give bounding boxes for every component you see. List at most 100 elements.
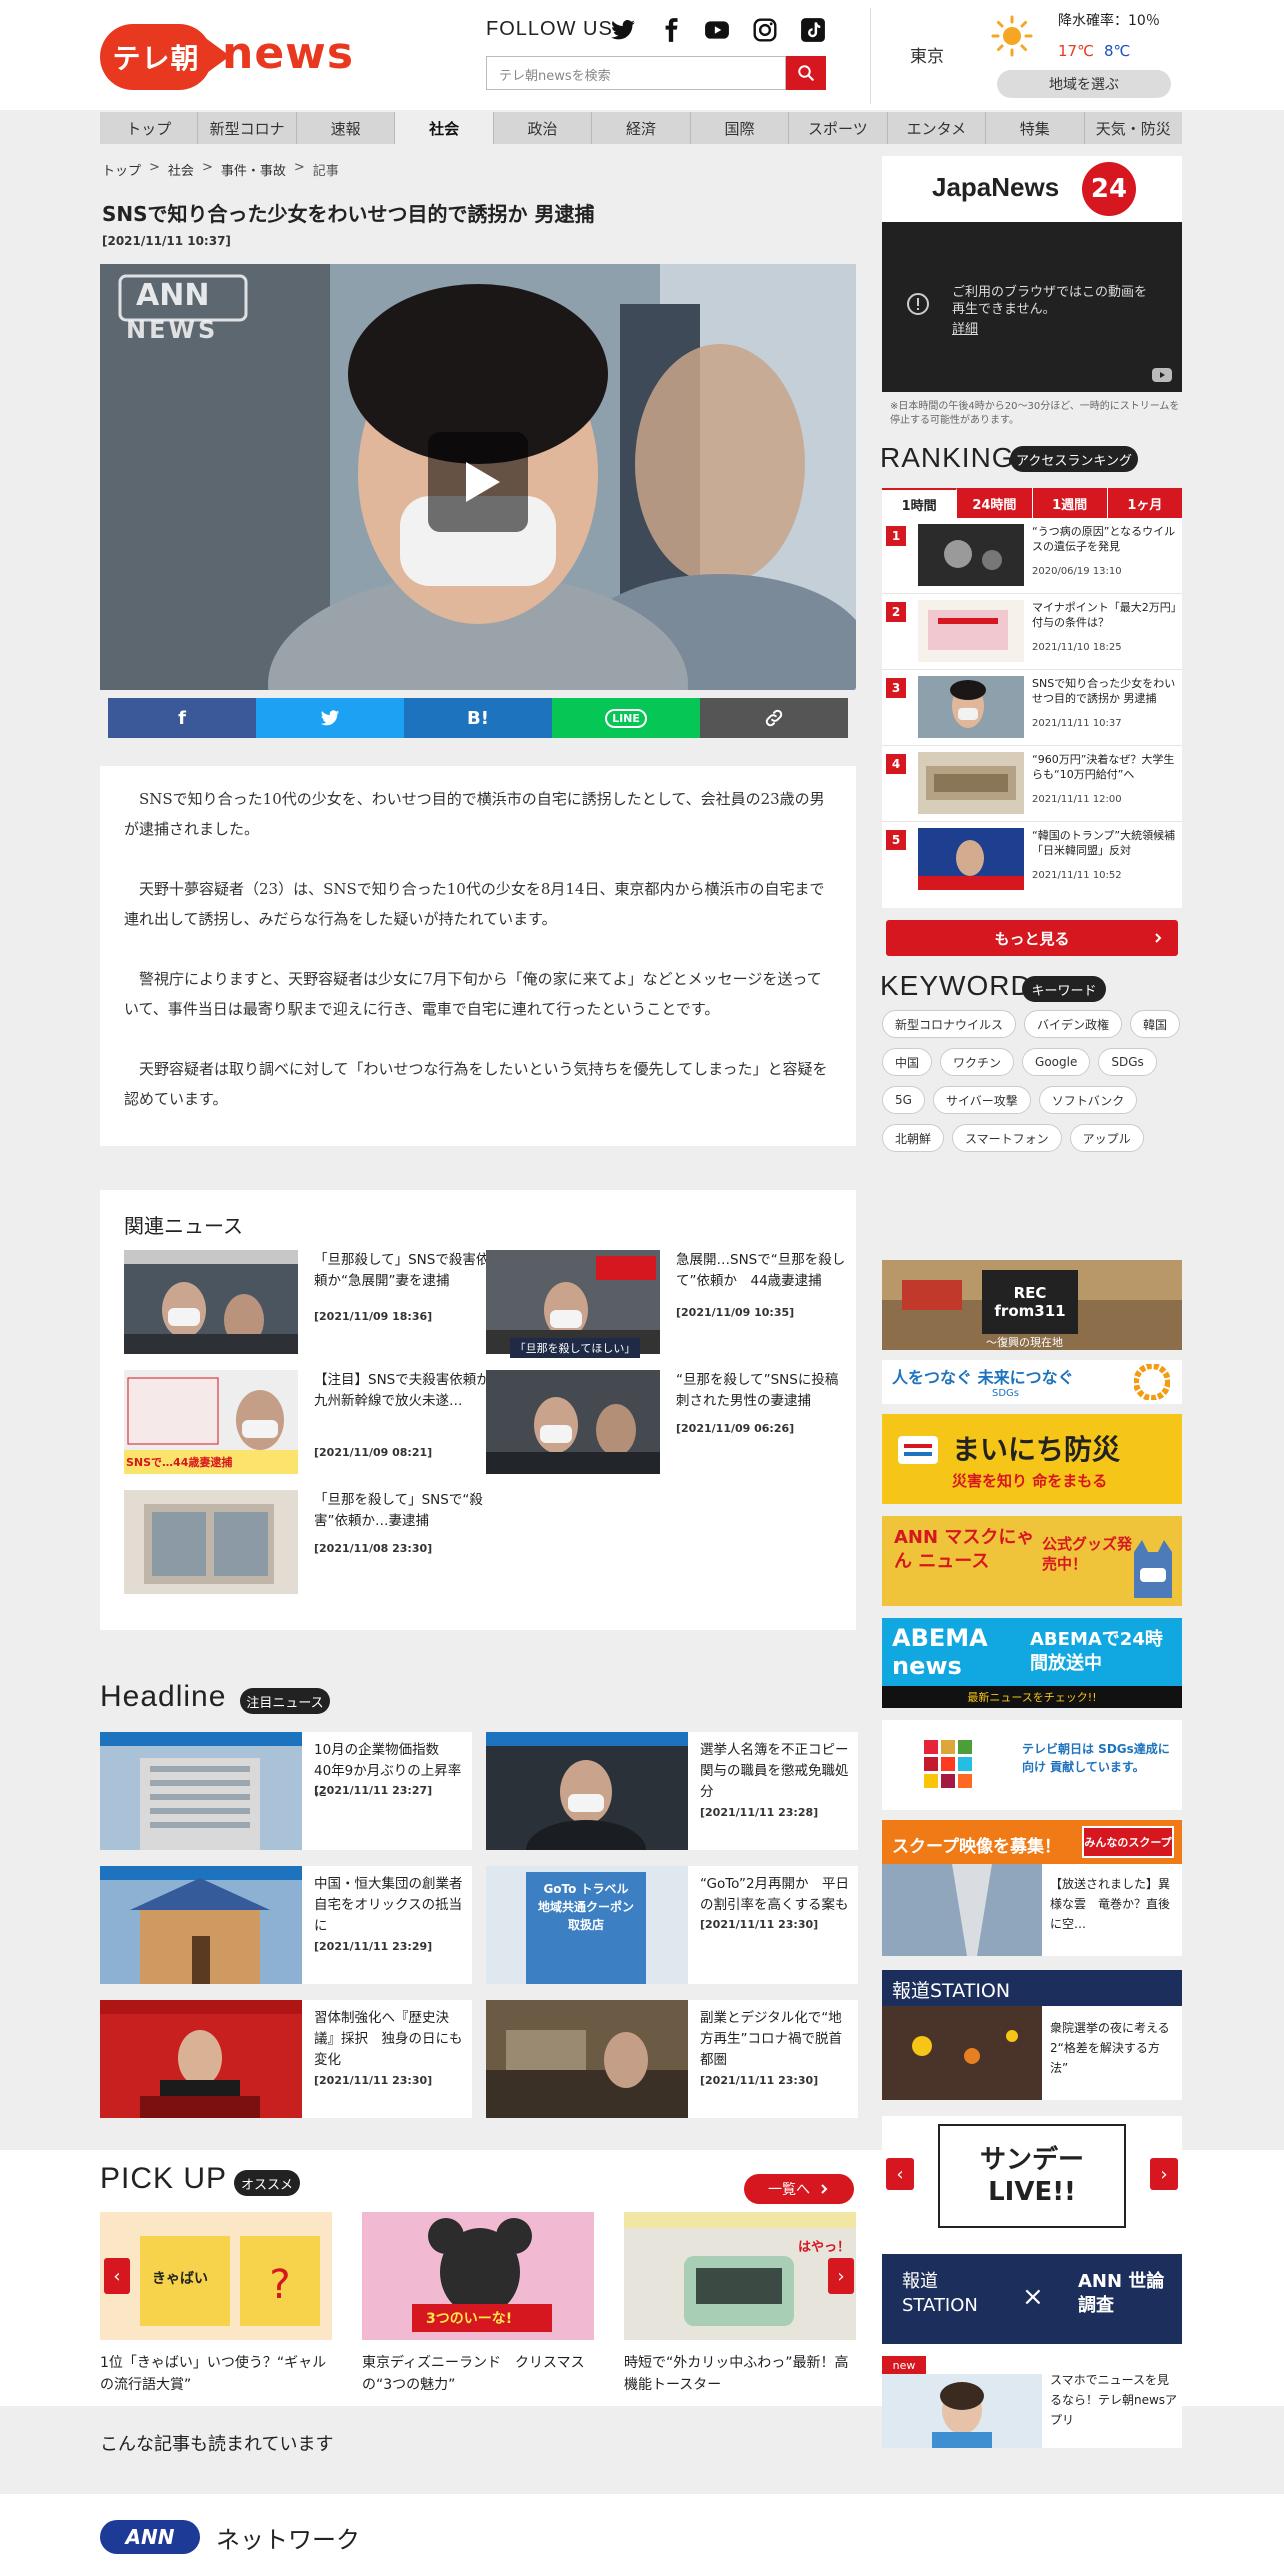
japanews24-banner[interactable]: JapaNews 24 <box>882 156 1182 222</box>
headline-item[interactable]: 習体制強化へ『歴史決議』採択 独身の日にも変化 [2021/11/11 23:3… <box>100 2000 472 2118</box>
breadcrumb-society[interactable]: 社会 <box>168 160 194 179</box>
keyword-chip[interactable]: バイデン政権 <box>1024 1010 1123 1038</box>
instagram-icon[interactable] <box>752 17 778 43</box>
nav-international[interactable]: 国際 <box>691 112 790 144</box>
ranking-more-label: もっと見る <box>994 929 1070 948</box>
rec311-banner[interactable]: REC from311 ～復興の現在地 <box>882 1260 1182 1350</box>
related-item[interactable]: 「旦那を殺して」SNSで“殺害”依頼か…妻逮捕 [2021/11/08 23:3… <box>124 1490 484 1598</box>
headline-item[interactable]: 10月の企業物価指数 40年9か月ぶりの上昇率に [2021/11/11 23:… <box>100 1732 472 1850</box>
headline-item[interactable]: 中国・恒大集団の創業者自宅をオリックスの抵当に [2021/11/11 23:2… <box>100 1866 472 1984</box>
nav-politics[interactable]: 政治 <box>494 112 593 144</box>
houdou-heading: 報道STATION <box>892 1980 1011 2002</box>
tiktok-icon[interactable] <box>800 17 826 43</box>
keyword-chip[interactable]: SDGs <box>1098 1048 1157 1076</box>
sidebar-carousel-next-button[interactable]: › <box>1150 2158 1178 2190</box>
scoop-banner[interactable]: スクープ映像を募集！ みんなのスクープ 【放送されました】異様な雲 竜巻か？直後… <box>882 1820 1182 1956</box>
headline-item[interactable]: 副業とデジタル化で“地方再生”コロナ禍で脱首都圏 [2021/11/11 23:… <box>486 2000 858 2118</box>
mask-nyan-banner[interactable]: ANN マスクにゃん ニュース 公式グッズ発売中！ <box>882 1516 1182 1606</box>
ranking-item[interactable]: 4 “960万円”決着なぜ？大学生らも“10万円給付”へ 2021/11/11 … <box>882 746 1182 822</box>
breadcrumb-current: 記事 <box>312 164 339 179</box>
keyword-chip[interactable]: Google <box>1022 1048 1091 1076</box>
select-area-button[interactable]: 地域を選ぶ <box>997 70 1171 98</box>
japanews-24-badge: 24 <box>1082 162 1136 216</box>
ranking-item[interactable]: 1 “うつ病の原因”となるウイルスの遺伝子を発見 2020/06/19 13:1… <box>882 518 1182 594</box>
keyword-chip[interactable]: ワクチン <box>940 1048 1015 1076</box>
tv-asahi-news-logo[interactable]: テレ朝 news <box>100 20 353 92</box>
sdgs-wheel-icon <box>1134 1364 1170 1400</box>
headline-date: [2021/11/11 23:28] <box>700 1806 819 1819</box>
nav-covid[interactable]: 新型コロナ <box>198 112 297 144</box>
headline-item[interactable]: 選挙人名簿を不正コピー 関与の職員を懲戒免職処分 [2021/11/11 23:… <box>486 1732 858 1850</box>
nav-breaking[interactable]: 速報 <box>297 112 396 144</box>
nav-society[interactable]: 社会 <box>395 112 494 144</box>
share-twitter-button[interactable] <box>256 698 404 738</box>
ranking-more-button[interactable]: もっと見る <box>886 920 1178 956</box>
ranking-item[interactable]: 3 SNSで知り合った少女をわいせつ目的で誘拐か 男逮捕 2021/11/11 … <box>882 670 1182 746</box>
youtube-icon[interactable] <box>1152 368 1172 382</box>
related-thumb-caption: 「旦那を殺してほしい」 <box>510 1338 640 1358</box>
ranking-tab-1w[interactable]: 1週間 <box>1033 488 1108 518</box>
pickup-next-button[interactable]: › <box>828 2258 854 2294</box>
article-date: [2021/11/11 10:37] <box>102 234 231 248</box>
share-line-button[interactable]: LINE <box>552 698 700 738</box>
houdou-poll-banner[interactable]: 報道 STATION × ANN 世論調査 <box>882 2254 1182 2344</box>
share-facebook-button[interactable]: f <box>108 698 256 738</box>
sidebar-carousel-prev-button[interactable]: ‹ <box>886 2158 914 2190</box>
keyword-chip[interactable]: 新型コロナウイルス <box>882 1010 1017 1038</box>
sdgs-tvasahi-banner[interactable]: テレビ朝日は SDGs達成に向け 貢献しています。 <box>882 1720 1182 1810</box>
app-banner[interactable]: new スマホでニュースを見るなら！テレ朝newsアプリ <box>882 2356 1182 2448</box>
temp-low: 8℃ <box>1104 42 1131 60</box>
article-paragraph: 警視庁によりますと、天野容疑者は少女に7月下旬から「俺の家に来てよ」などとメッセ… <box>124 970 822 1018</box>
nav-weather[interactable]: 天気・防災 <box>1085 112 1182 144</box>
headline-item[interactable]: GoTo トラベル 地域共通クーポン取扱店 “GoTo”2月再開か 平日の割引率… <box>486 1866 858 1984</box>
ranking-tab-1m[interactable]: 1ヶ月 <box>1108 488 1182 518</box>
ranking-item[interactable]: 2 マイナポイント「最大2万円」 付与の条件は？ 2021/11/10 18:2… <box>882 594 1187 670</box>
bousai-title: まいにち防災 <box>952 1433 1121 1466</box>
breadcrumb-incidents[interactable]: 事件・事故 <box>221 160 286 179</box>
nav-top[interactable]: トップ <box>100 112 199 144</box>
ranking-tag: アクセスランキング <box>1010 446 1138 472</box>
share-hatena-button[interactable]: B! <box>404 698 552 738</box>
houdou-station-banner[interactable]: 報道STATION 衆院選挙の夜に考える2“格差を解決する方法” <box>882 1970 1182 2100</box>
sdgs-banner[interactable]: 人をつなぐ 未来につなぐ SDGs <box>882 1360 1182 1404</box>
keyword-chip[interactable]: ソフトバンク <box>1038 1086 1138 1114</box>
keyword-chip[interactable]: 韓国 <box>1130 1010 1181 1038</box>
twitter-icon[interactable] <box>610 17 636 43</box>
related-item[interactable]: SNSで…44歳妻逮捕 【注目】SNSで夫殺害依頼か九州新幹線で放火未遂… [2… <box>124 1370 490 1478</box>
live-stream-player[interactable]: ご利用のブラウザではこの動画を再生できません。 詳細 <box>882 222 1182 392</box>
related-item[interactable]: “旦那を殺して”SNSに投稿 刺された男性の妻逮捕 [2021/11/09 06… <box>486 1370 846 1478</box>
keyword-chip[interactable]: スマートフォン <box>952 1124 1062 1152</box>
stream-note: ※日本時間の午後4時から20～30分ほど、一時的にストリームを停止する可能性があ… <box>890 401 1180 426</box>
facebook-icon[interactable] <box>658 17 684 43</box>
pickup-prev-button[interactable]: ‹ <box>104 2258 130 2294</box>
ranking-tab-24h[interactable]: 24時間 <box>957 488 1033 518</box>
keyword-chip[interactable]: 中国 <box>882 1048 933 1076</box>
nav-features[interactable]: 特集 <box>986 112 1085 144</box>
breadcrumb-top[interactable]: トップ <box>102 160 141 179</box>
ranking-tab-1h[interactable]: 1時間 <box>882 488 958 518</box>
article-video[interactable]: ANN NEWS <box>100 264 856 690</box>
ranking-item[interactable]: 5 “韓国のトランプ”大統領候補 「日米韓同盟」反対 2021/11/11 10… <box>882 822 1182 898</box>
pickup-thumbnail: ? きゃばい <box>100 2212 332 2340</box>
pickup-tag: オススメ <box>234 2170 300 2196</box>
nav-sports[interactable]: スポーツ <box>789 112 888 144</box>
sunday-live-banner[interactable]: サンデーLIVE!! ‹ › <box>882 2116 1182 2236</box>
ranking-thumbnail <box>918 752 1024 814</box>
video-error-message: ご利用のブラウザではこの動画を再生できません。 <box>952 285 1148 317</box>
ann-logo[interactable]: ANN <box>100 2520 200 2554</box>
copy-link-button[interactable] <box>700 698 848 738</box>
youtube-icon[interactable] <box>704 17 730 43</box>
search-button[interactable] <box>786 56 826 90</box>
abema-news-banner[interactable]: ABEMA news ABEMAで24時間放送中 最新ニュースをチェック!! <box>882 1618 1182 1708</box>
mainichi-bousai-banner[interactable]: まいにち防災 災害を知り 命をまもる <box>882 1414 1182 1504</box>
pickup-more-button[interactable]: 一覧へ <box>744 2174 854 2204</box>
keyword-chip[interactable]: サイバー攻撃 <box>932 1086 1031 1114</box>
keyword-chip[interactable]: アップル <box>1069 1124 1144 1152</box>
search-input[interactable]: テレ朝newsを検索 <box>486 56 786 90</box>
keyword-chip[interactable]: 5G <box>882 1086 925 1114</box>
nav-entertainment[interactable]: エンタメ <box>888 112 987 144</box>
video-error-details-link[interactable]: 詳細 <box>952 318 978 337</box>
keyword-chip[interactable]: 北朝鮮 <box>882 1124 945 1152</box>
related-item[interactable]: 「旦那殺して」SNSで殺害依頼か“急展開”妻を逮捕 [2021/11/09 18… <box>124 1250 489 1358</box>
nav-economy[interactable]: 経済 <box>592 112 691 144</box>
